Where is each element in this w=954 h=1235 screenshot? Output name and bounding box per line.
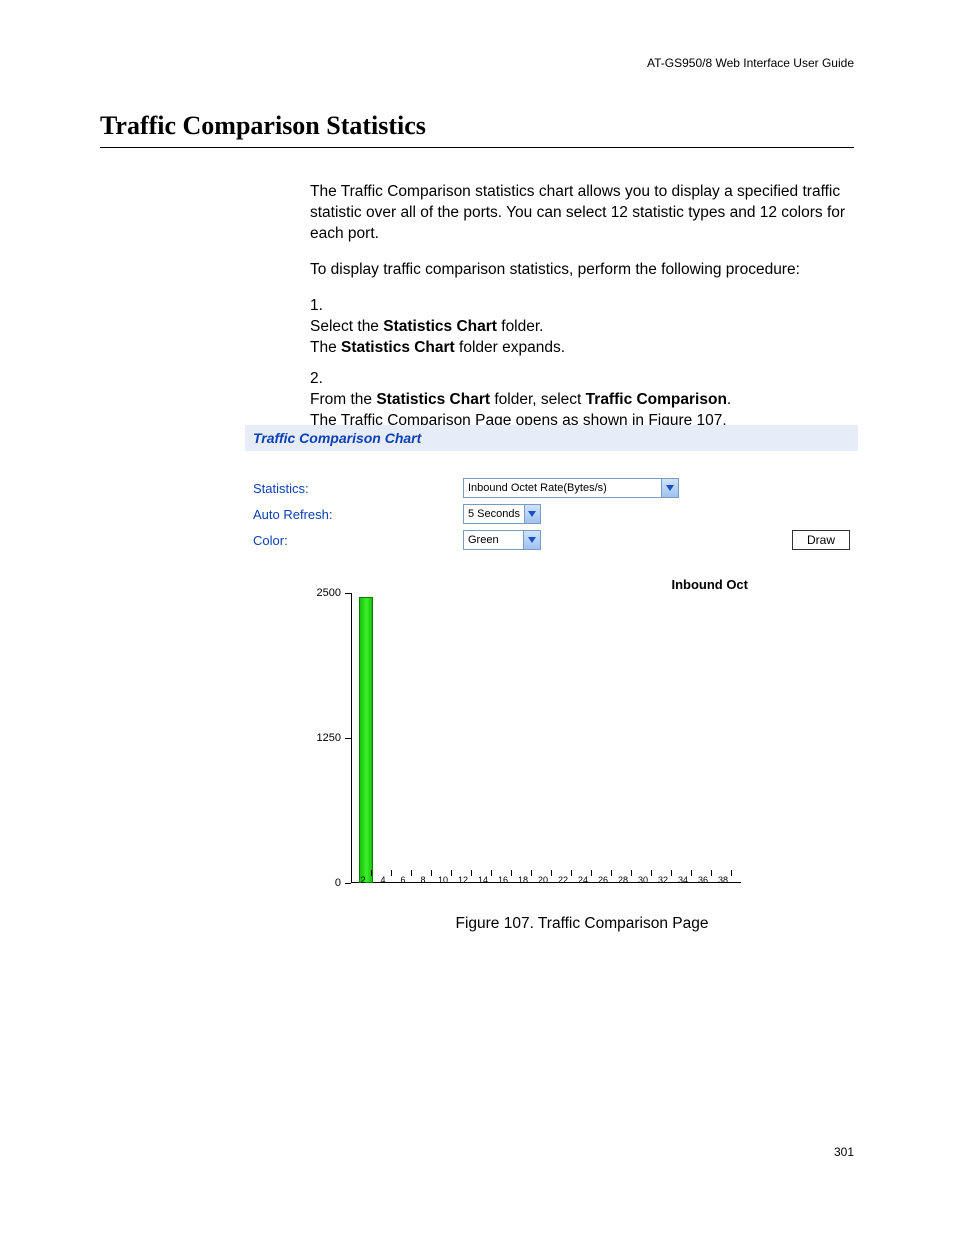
x-tick [591, 870, 592, 876]
color-label: Color: [253, 533, 463, 548]
panel-title: Traffic Comparison Chart [245, 425, 858, 451]
x-tick-label: 22 [558, 875, 568, 885]
y-tick [345, 593, 351, 594]
x-tick-label: 6 [400, 875, 405, 885]
x-tick [371, 870, 372, 876]
chart-area: Inbound Oct 2468101214161820222426283032… [245, 565, 858, 900]
x-tick-label: 36 [698, 875, 708, 885]
text: . [727, 391, 731, 408]
running-header: AT-GS950/8 Web Interface User Guide [647, 56, 854, 70]
x-tick [651, 870, 652, 876]
x-tick [391, 870, 392, 876]
figure-screenshot: Traffic Comparison Chart Statistics: Inb… [245, 425, 858, 900]
bold-text: Statistics Chart [341, 339, 455, 356]
text: From the [310, 391, 376, 408]
statistics-select[interactable]: Inbound Octet Rate(Bytes/s) [463, 478, 679, 498]
x-tick [511, 870, 512, 876]
bold-text: Traffic Comparison [586, 391, 727, 408]
x-tick [411, 870, 412, 876]
x-tick-label: 34 [678, 875, 688, 885]
x-tick-label: 32 [658, 875, 668, 885]
section-title: Traffic Comparison Statistics [100, 111, 854, 148]
page-number: 301 [834, 1145, 854, 1159]
y-axis [351, 593, 352, 883]
x-tick [691, 870, 692, 876]
x-tick-label: 18 [518, 875, 528, 885]
text: folder. [497, 318, 544, 335]
x-tick [711, 870, 712, 876]
select-value: Green [468, 534, 519, 546]
x-tick-label: 2 [360, 875, 365, 885]
x-tick-label: 24 [578, 875, 588, 885]
figure-caption: Figure 107. Traffic Comparison Page [310, 915, 854, 933]
x-tick [451, 870, 452, 876]
x-tick-label: 8 [420, 875, 425, 885]
x-tick [471, 870, 472, 876]
x-tick-label: 4 [380, 875, 385, 885]
x-tick-label: 10 [438, 875, 448, 885]
chevron-down-icon [524, 505, 540, 523]
procedure-steps: 1. Select the Statistics Chart folder. T… [310, 296, 854, 442]
text: folder expands. [455, 339, 565, 356]
x-tick [431, 870, 432, 876]
bars-container [355, 593, 741, 883]
x-tick [731, 870, 732, 876]
x-tick-label: 38 [718, 875, 728, 885]
color-select[interactable]: Green [463, 530, 541, 550]
x-tick [571, 870, 572, 876]
x-tick [631, 870, 632, 876]
lead-paragraph: To display traffic comparison statistics… [310, 260, 854, 281]
chart-bar [359, 597, 373, 883]
text: Select the [310, 318, 383, 335]
y-tick [345, 738, 351, 739]
x-tick [491, 870, 492, 876]
bold-text: Statistics Chart [376, 391, 490, 408]
x-tick-label: 20 [538, 875, 548, 885]
auto-refresh-select[interactable]: 5 Seconds [463, 504, 541, 524]
y-tick [345, 883, 351, 884]
auto-refresh-label: Auto Refresh: [253, 507, 463, 522]
step-number: 1. [310, 296, 336, 317]
x-tick-label: 28 [618, 875, 628, 885]
y-tick-label: 2500 [317, 587, 341, 599]
step-body: Select the Statistics Chart folder. The … [310, 317, 824, 359]
x-tick-label: 30 [638, 875, 648, 885]
chevron-down-icon [523, 531, 540, 549]
x-tick [531, 870, 532, 876]
x-tick-label: 26 [598, 875, 608, 885]
chevron-down-icon [661, 479, 678, 497]
x-tick-label: 14 [478, 875, 488, 885]
select-value: 5 Seconds [468, 508, 520, 520]
bold-text: Statistics Chart [383, 318, 497, 335]
x-ticks: 2468101214161820222426283032343638 [351, 870, 741, 884]
chart-plot: 2468101214161820222426283032343638 01250… [351, 593, 741, 883]
chart-title: Inbound Oct [671, 577, 748, 592]
draw-button[interactable]: Draw [792, 530, 850, 550]
y-tick-label: 1250 [317, 732, 341, 744]
form-area: Statistics: Inbound Octet Rate(Bytes/s) … [245, 451, 858, 561]
x-tick-label: 12 [458, 875, 468, 885]
statistics-label: Statistics: [253, 481, 463, 496]
select-value: Inbound Octet Rate(Bytes/s) [468, 482, 657, 494]
text: folder, select [490, 391, 586, 408]
x-tick [551, 870, 552, 876]
text: The [310, 339, 341, 356]
step-number: 2. [310, 369, 336, 390]
y-tick-label: 0 [335, 877, 341, 889]
intro-paragraph: The Traffic Comparison statistics chart … [310, 182, 854, 245]
x-tick-label: 16 [498, 875, 508, 885]
x-tick [611, 870, 612, 876]
x-tick [671, 870, 672, 876]
